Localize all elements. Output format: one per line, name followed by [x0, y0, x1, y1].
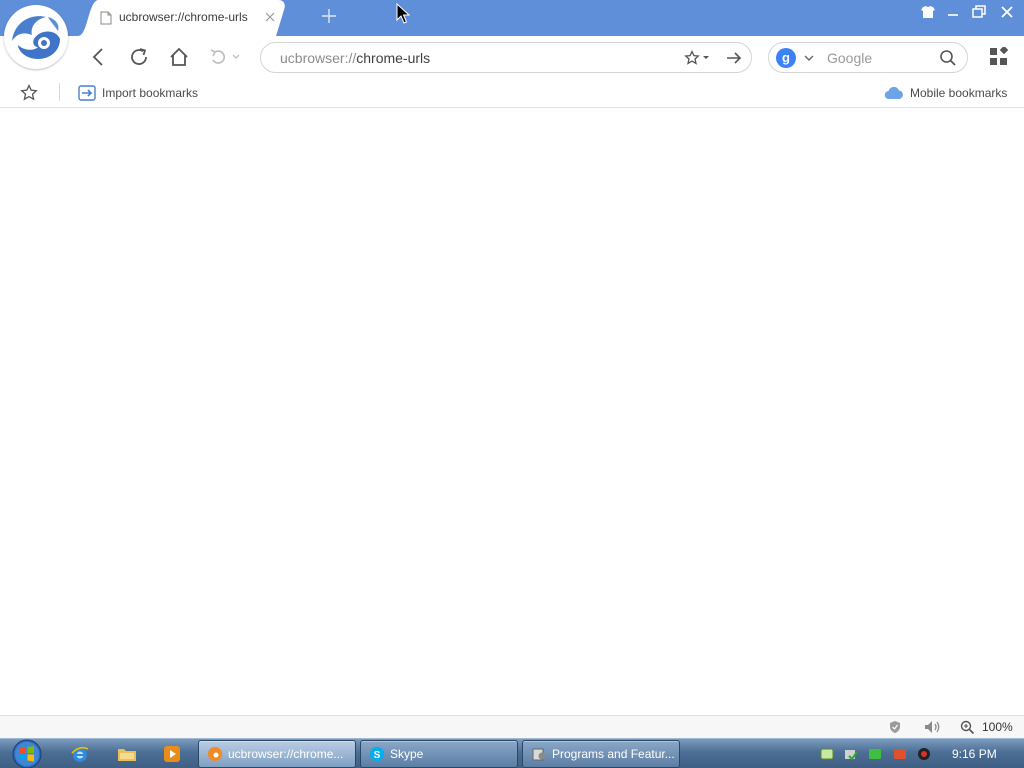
star-icon[interactable] [20, 84, 38, 102]
apps-icon[interactable] [989, 47, 1009, 67]
address-url[interactable]: ucbrowser://chrome-urls [280, 50, 430, 66]
taskbar-item-skype[interactable]: S Skype [360, 740, 518, 768]
green-app-icon[interactable] [868, 747, 882, 761]
close-icon[interactable] [996, 4, 1018, 20]
taskbar-item-ucbrowser[interactable]: ucbrowser://chrome... [198, 740, 356, 768]
red-app-icon[interactable] [893, 747, 907, 761]
mobile-bookmarks-button[interactable]: Mobile bookmarks [884, 83, 1007, 103]
title-bar: ucbrowser://chrome-urls [0, 0, 1024, 36]
search-icon[interactable] [939, 49, 957, 67]
undo-icon[interactable] [208, 46, 244, 68]
taskbar-item-programs-and-features[interactable]: Programs and Featur... [522, 740, 680, 768]
import-bookmarks-button[interactable]: Import bookmarks [78, 83, 198, 103]
media-tray-icon[interactable] [917, 747, 931, 761]
search-input[interactable]: Google [827, 50, 872, 66]
svg-text:S: S [374, 750, 381, 761]
folder-icon[interactable] [117, 744, 137, 764]
volume-icon[interactable] [923, 719, 943, 735]
action-center-icon[interactable] [844, 747, 858, 761]
close-icon[interactable] [264, 11, 276, 23]
search-box[interactable]: g Google [768, 42, 968, 73]
cloud-icon [884, 86, 903, 100]
url-host: chrome-urls [356, 50, 431, 66]
uc-logo-icon [208, 747, 222, 761]
back-icon[interactable] [88, 46, 110, 68]
reload-icon[interactable] [128, 46, 150, 68]
search-engine-icon[interactable]: g [776, 48, 796, 68]
shield-icon[interactable] [888, 720, 902, 734]
url-scheme: ucbrowser:// [280, 50, 357, 66]
address-bar[interactable]: ucbrowser://chrome-urls [260, 42, 752, 73]
minimize-icon[interactable] [942, 4, 964, 20]
divider [59, 83, 60, 101]
tab-title: ucbrowser://chrome-urls [119, 10, 248, 24]
status-bar: 100% [0, 715, 1024, 738]
page-icon [100, 11, 112, 25]
mouse-cursor-icon [396, 3, 410, 24]
bookmarks-bar: Import bookmarks Mobile bookmarks [0, 78, 1024, 108]
page-content[interactable] [0, 109, 1024, 715]
task-label: Programs and Featur... [552, 747, 675, 761]
uc-logo-icon[interactable] [4, 5, 68, 69]
mobile-bookmarks-label: Mobile bookmarks [910, 86, 1008, 100]
toolbar: ucbrowser://chrome-urls g Google [0, 36, 1024, 78]
task-label: ucbrowser://chrome... [228, 747, 344, 761]
taskbar: ucbrowser://chrome... S Skype Programs a… [0, 738, 1024, 768]
maximize-icon[interactable] [968, 4, 990, 20]
clock[interactable]: 9:16 PM [952, 747, 997, 761]
zoom-level[interactable]: 100% [982, 720, 1013, 734]
home-icon[interactable] [168, 46, 190, 68]
media-player-icon[interactable] [162, 744, 182, 764]
arrow-right-icon[interactable] [725, 50, 743, 66]
skin-icon[interactable] [917, 4, 939, 20]
skype-icon: S [370, 747, 384, 761]
plus-icon[interactable] [321, 8, 337, 24]
network-icon[interactable] [820, 747, 834, 761]
chevron-down-icon[interactable] [803, 52, 815, 64]
import-bookmarks-label: Import bookmarks [102, 86, 199, 100]
zoom-icon[interactable] [960, 720, 975, 735]
import-icon [78, 85, 96, 101]
star-icon[interactable] [684, 50, 712, 66]
internet-explorer-icon[interactable] [70, 744, 90, 764]
programs-icon [532, 748, 546, 761]
start-button[interactable] [8, 739, 46, 768]
task-label: Skype [390, 747, 424, 761]
